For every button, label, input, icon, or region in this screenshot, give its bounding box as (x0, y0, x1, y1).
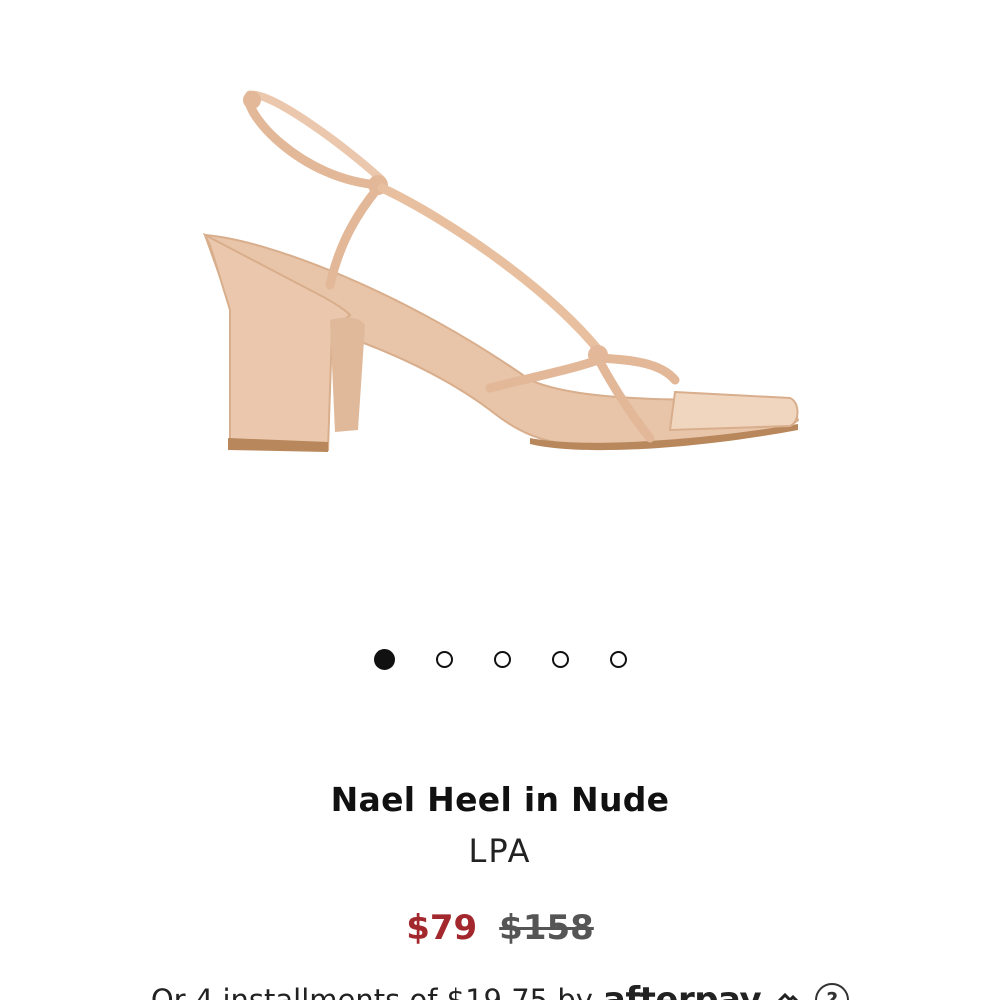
image-carousel-dots (0, 649, 1000, 670)
carousel-dot-4[interactable] (551, 651, 569, 668)
info-icon[interactable]: ? (815, 983, 850, 1000)
original-price: $158 (499, 908, 594, 948)
product-page: Nael Heel in Nude LPA $79 $158 Or 4 inst… (0, 0, 1000, 1000)
installments-text: Or 4 installments of $19.75 by (150, 983, 593, 1000)
afterpay-installments: Or 4 installments of $19.75 by afterpay … (0, 980, 1000, 1000)
product-title: Nael Heel in Nude (330, 780, 670, 819)
sale-price: $79 (406, 908, 478, 948)
carousel-dot-1[interactable] (373, 649, 395, 670)
afterpay-logo: afterpay (602, 980, 762, 1000)
price-row: $79 $158 (0, 908, 1000, 948)
afterpay-arrows-icon (771, 987, 805, 1000)
carousel-dot-5[interactable] (609, 651, 627, 668)
sandal-image (202, 90, 800, 452)
brand-name[interactable]: LPA (0, 832, 1000, 870)
carousel-dot-2[interactable] (435, 651, 453, 668)
carousel-dot-3[interactable] (493, 651, 511, 668)
product-image[interactable] (150, 70, 850, 490)
